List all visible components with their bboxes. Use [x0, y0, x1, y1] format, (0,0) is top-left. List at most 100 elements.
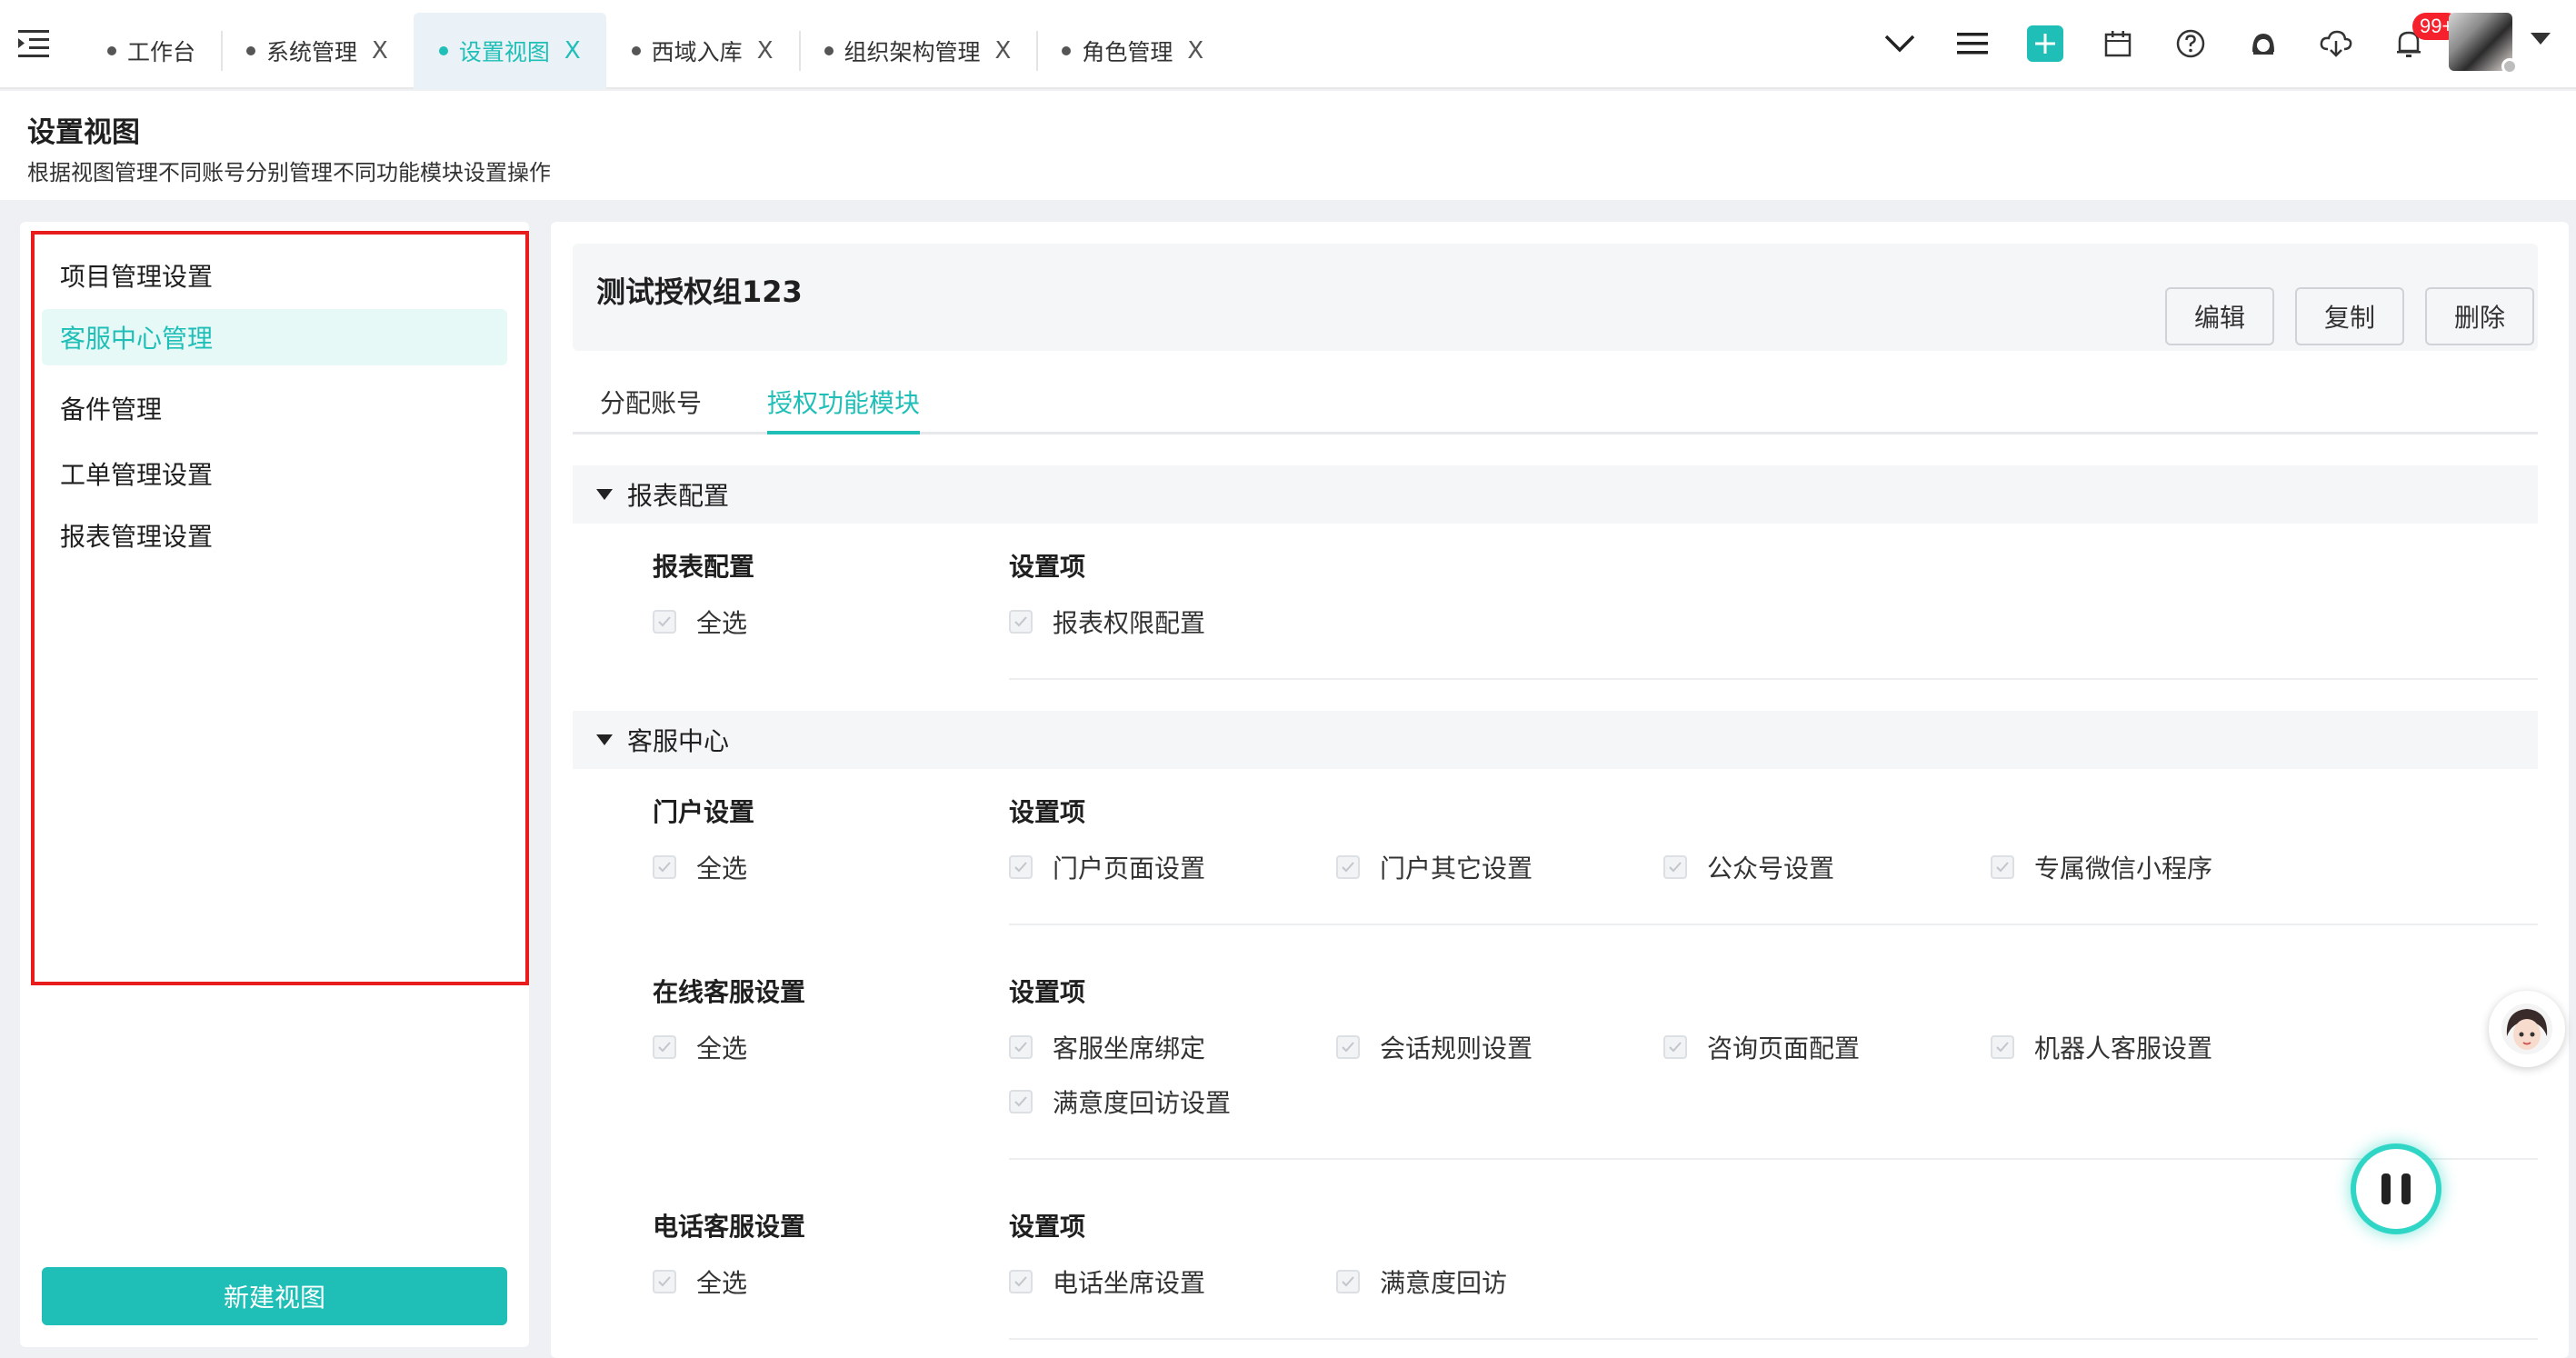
checkbox-icon — [1336, 1270, 1360, 1293]
checkbox-icon — [1336, 855, 1360, 879]
page-subtitle: 根据视图管理不同账号分别管理不同功能模块设置操作 — [27, 160, 551, 185]
checkbox-report-permission[interactable]: 报表权限配置 — [1009, 604, 1205, 640]
checkbox-icon — [1663, 855, 1687, 879]
tab-label: 组织架构管理 — [844, 39, 981, 65]
sidebar-item-project-settings[interactable]: 项目管理设置 — [42, 247, 507, 304]
section-title: 客服中心 — [627, 726, 730, 756]
checkbox-agent-binding[interactable]: 客服坐席绑定 — [1009, 1029, 1205, 1065]
tab-authorized-modules[interactable]: 授权功能模块 — [767, 373, 921, 434]
sidebar-item-service-center[interactable]: 客服中心管理 — [42, 309, 507, 365]
sidebar-item-label: 报表管理设置 — [60, 522, 214, 552]
select-all-checkbox[interactable]: 全选 — [653, 1029, 747, 1065]
checkbox-icon — [1009, 610, 1033, 634]
tab-dot-icon — [246, 46, 256, 55]
column-title: 设置项 — [1009, 977, 1086, 1007]
checkbox-mini-program[interactable]: 专属微信小程序 — [1991, 849, 2212, 885]
checkbox-label: 专属微信小程序 — [2034, 854, 2213, 884]
tab-xiyu-inbound[interactable]: 西域入库 X — [606, 13, 799, 89]
checkbox-portal-other[interactable]: 门户其它设置 — [1336, 849, 1533, 885]
close-icon[interactable]: X — [372, 37, 388, 65]
caret-down-icon — [596, 734, 613, 745]
delete-button[interactable]: 删除 — [2425, 287, 2534, 345]
add-button[interactable] — [2009, 16, 2082, 71]
checkbox-icon — [1991, 1035, 2014, 1059]
new-view-button[interactable]: 新建视图 — [42, 1267, 507, 1325]
column-title: 设置项 — [1009, 797, 1086, 827]
section-report-header[interactable]: 报表配置 — [573, 465, 2538, 524]
select-all-checkbox[interactable]: 全选 — [653, 849, 747, 885]
checkbox-icon — [1009, 855, 1033, 879]
close-icon[interactable]: X — [1187, 37, 1203, 65]
group-header: 测试授权组123 编辑 复制 删除 — [573, 244, 2538, 351]
calendar-icon[interactable] — [2082, 16, 2154, 71]
checkbox-consult-page[interactable]: 咨询页面配置 — [1663, 1029, 1860, 1065]
tab-settings-view[interactable]: 设置视图 X — [413, 13, 606, 89]
checkbox-satisfaction-followup[interactable]: 满意度回访设置 — [1009, 1083, 1231, 1120]
checkbox-icon — [1663, 1035, 1687, 1059]
tab-label: 角色管理 — [1082, 39, 1173, 65]
pause-button[interactable] — [2351, 1143, 2441, 1234]
notification-button[interactable]: 99+ — [2372, 13, 2461, 71]
column-title: 报表配置 — [653, 552, 755, 582]
caret-down-icon[interactable] — [2531, 33, 2551, 45]
tab-org-structure[interactable]: 组织架构管理 X — [798, 13, 1037, 89]
divider — [1009, 678, 2538, 680]
checkbox-label: 咨询页面配置 — [1707, 1033, 1861, 1063]
menu-toggle-icon[interactable] — [16, 27, 53, 60]
sidebar-item-report-settings[interactable]: 报表管理设置 — [42, 507, 507, 564]
tab-label: 工作台 — [127, 39, 196, 65]
checkbox-label: 全选 — [696, 1268, 748, 1298]
list-icon[interactable] — [1936, 16, 2009, 71]
edit-button[interactable]: 编辑 — [2165, 287, 2274, 345]
checkbox-robot-service[interactable]: 机器人客服设置 — [1991, 1029, 2212, 1065]
close-icon[interactable]: X — [995, 37, 1012, 65]
checkbox-icon — [653, 610, 676, 634]
sidebar-item-spare-parts[interactable]: 备件管理 — [42, 380, 507, 436]
chevron-down-icon[interactable] — [1863, 16, 1936, 71]
tab-strip: 工作台 系统管理 X 设置视图 X 西域入库 X 组织架构管理 X 角色管理 X — [82, 13, 1229, 89]
tab-system-management[interactable]: 系统管理 X — [221, 13, 414, 89]
close-icon[interactable]: X — [757, 37, 774, 65]
copy-button[interactable]: 复制 — [2295, 287, 2404, 345]
sidebar-item-label: 项目管理设置 — [60, 262, 214, 292]
checkbox-portal-page[interactable]: 门户页面设置 — [1009, 849, 1205, 885]
checkbox-icon — [653, 1035, 676, 1059]
tab-dot-icon — [1062, 46, 1072, 55]
cloud-download-icon[interactable] — [2300, 16, 2372, 71]
tab-dot-icon — [631, 46, 641, 55]
pause-icon — [2401, 1173, 2411, 1204]
sidebar-item-label: 备件管理 — [60, 394, 163, 424]
select-all-checkbox[interactable]: 全选 — [653, 1263, 747, 1300]
section-service-header[interactable]: 客服中心 — [573, 711, 2538, 769]
pause-icon — [2381, 1173, 2391, 1204]
view-sidebar: 项目管理设置 客服中心管理 备件管理 工单管理设置 报表管理设置 新建视图 — [20, 222, 529, 1347]
checkbox-official-account[interactable]: 公众号设置 — [1663, 849, 1834, 885]
toolbar: 99+ — [1863, 13, 2461, 71]
tab-label: 西域入库 — [651, 39, 743, 65]
checkbox-label: 机器人客服设置 — [2034, 1033, 2213, 1063]
tab-workbench[interactable]: 工作台 — [82, 13, 221, 89]
assistant-avatar-icon[interactable] — [2489, 991, 2565, 1067]
checkbox-icon — [653, 855, 676, 879]
checkbox-satisfaction[interactable]: 满意度回访 — [1336, 1263, 1507, 1300]
checkbox-label: 公众号设置 — [1707, 854, 1835, 884]
tab-role-management[interactable]: 角色管理 X — [1036, 13, 1229, 89]
help-icon[interactable] — [2154, 16, 2227, 71]
checkbox-phone-agent[interactable]: 电话坐席设置 — [1009, 1263, 1205, 1300]
tab-label: 设置视图 — [458, 39, 550, 65]
checkbox-icon — [653, 1270, 676, 1293]
checkbox-label: 满意度回访设置 — [1053, 1088, 1232, 1118]
service-icon[interactable] — [2227, 16, 2300, 71]
checkbox-label: 门户其它设置 — [1380, 854, 1533, 884]
divider — [1009, 1338, 2538, 1340]
close-icon[interactable]: X — [564, 37, 581, 65]
tab-assign-accounts[interactable]: 分配账号 — [600, 373, 702, 434]
column-title: 门户设置 — [653, 797, 755, 827]
divider — [1009, 924, 2538, 925]
select-all-checkbox[interactable]: 全选 — [653, 604, 747, 640]
checkbox-label: 报表权限配置 — [1053, 608, 1206, 638]
sidebar-item-work-order-settings[interactable]: 工单管理设置 — [42, 445, 507, 502]
checkbox-label: 全选 — [696, 1033, 748, 1063]
checkbox-session-rules[interactable]: 会话规则设置 — [1336, 1029, 1533, 1065]
user-avatar[interactable] — [2449, 13, 2518, 75]
